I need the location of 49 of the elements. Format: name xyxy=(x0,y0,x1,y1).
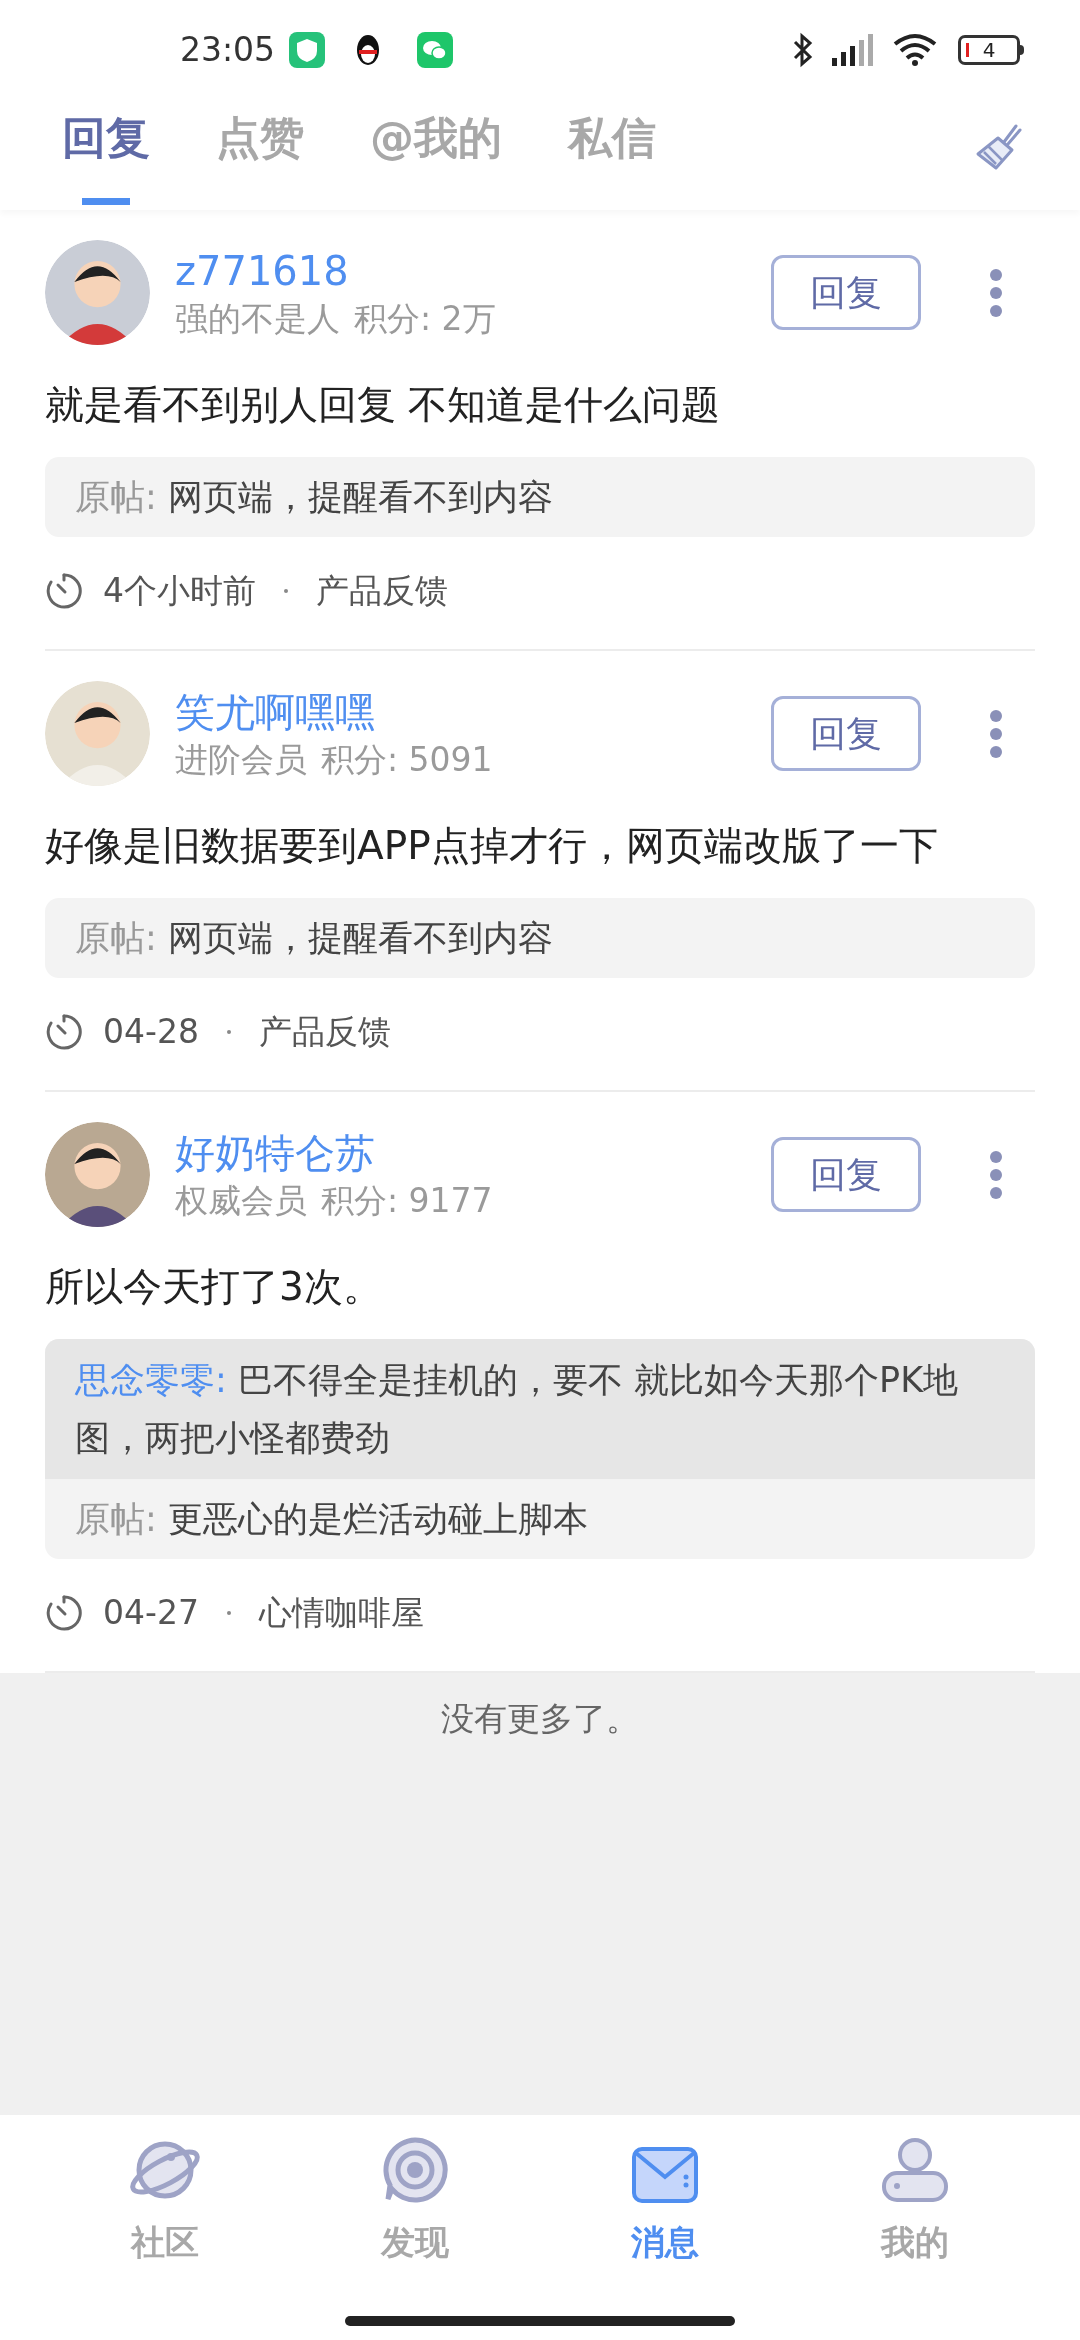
more-icon[interactable] xyxy=(989,1149,1003,1200)
category[interactable]: 心情咖啡屋 xyxy=(258,1588,424,1638)
clock-icon xyxy=(45,1013,83,1051)
username[interactable]: 笑尤啊嘿嘿 xyxy=(175,685,771,738)
profile-icon xyxy=(881,2137,949,2203)
reply-button[interactable]: 回复 xyxy=(771,696,921,771)
nav-tab[interactable]: 我的 xyxy=(835,2133,995,2268)
clock-time: 23:05 xyxy=(180,29,276,72)
reply-text: 所以今天打了3次。 xyxy=(45,1263,383,1311)
member-rank: 强的不是人 xyxy=(175,297,340,340)
tab[interactable]: @我的 xyxy=(370,100,502,210)
reply-text: 好像是旧数据要到APP点掉才行，网页端改版了一下 xyxy=(45,822,939,870)
clock-icon xyxy=(45,572,83,610)
reply-button[interactable]: 回复 xyxy=(771,255,921,330)
battery-level: 4 xyxy=(981,40,997,60)
username[interactable]: 好奶特仑苏 xyxy=(175,1126,771,1179)
more-icon[interactable] xyxy=(989,267,1003,318)
category[interactable]: 产品反馈 xyxy=(258,1007,391,1057)
tab[interactable]: 回复 xyxy=(62,100,150,210)
nav-tab[interactable]: 社区 xyxy=(85,2133,245,2268)
points: 积分: 9177 xyxy=(321,1179,493,1222)
post-time: 04-28 xyxy=(103,1011,199,1054)
reply-button[interactable]: 回复 xyxy=(771,1137,921,1212)
tab[interactable]: 点赞 xyxy=(216,100,304,210)
member-rank: 权威会员 xyxy=(175,1179,307,1222)
clock-icon xyxy=(45,1594,83,1632)
post-time: 04-27 xyxy=(103,1592,199,1635)
target-icon xyxy=(382,2137,448,2203)
end-of-list-text: 没有更多了。 xyxy=(441,1698,639,1740)
original-post: 原帖: 网页端，提醒看不到内容 xyxy=(74,917,554,960)
original-post: 原帖: 更恶心的是烂活动碰上脚本 xyxy=(74,1498,589,1541)
nav-tab[interactable]: 发现 xyxy=(335,2133,495,2268)
wifi-icon xyxy=(892,32,938,68)
username[interactable]: z771618 xyxy=(175,244,771,297)
points: 积分: 2万 xyxy=(354,297,496,340)
member-rank: 进阶会员 xyxy=(175,738,307,781)
reply-text: 就是看不到别人回复 不知道是什么问题 xyxy=(45,381,722,429)
more-icon[interactable] xyxy=(989,708,1003,759)
chat-app-icon xyxy=(417,32,454,68)
tab[interactable]: 私信 xyxy=(568,100,656,210)
bluetooth-icon xyxy=(792,32,814,68)
category[interactable]: 产品反馈 xyxy=(316,566,448,616)
nav-tab[interactable]: 消息 xyxy=(585,2133,745,2268)
envelope-icon xyxy=(632,2147,698,2203)
shield-app-icon xyxy=(289,32,326,68)
post-time: 4个小时前 xyxy=(103,570,256,613)
quoted-reply: 思念零零: 巴不得全是挂机的，要不 就比如今天那个PK地图，两把小怪都费劲 xyxy=(45,1339,1035,1479)
original-post: 原帖: 网页端，提醒看不到内容 xyxy=(74,476,554,519)
points: 积分: 5091 xyxy=(321,738,493,781)
